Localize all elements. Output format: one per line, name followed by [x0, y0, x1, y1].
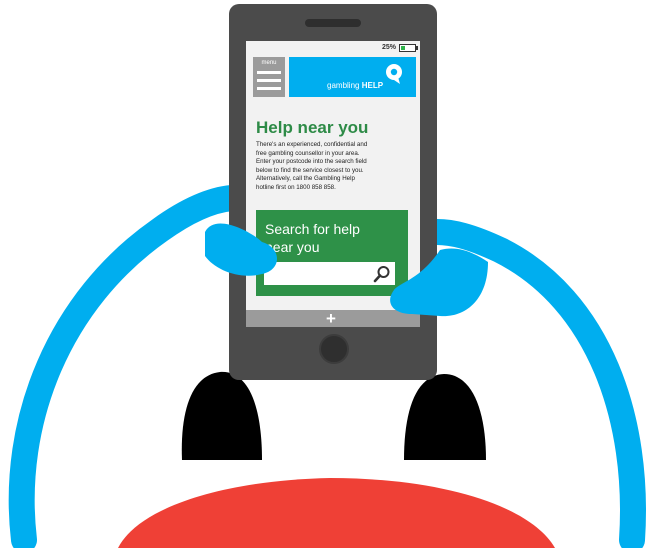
left-hand [205, 223, 277, 276]
right-hand [390, 248, 488, 317]
illustration-hands [205, 223, 488, 317]
